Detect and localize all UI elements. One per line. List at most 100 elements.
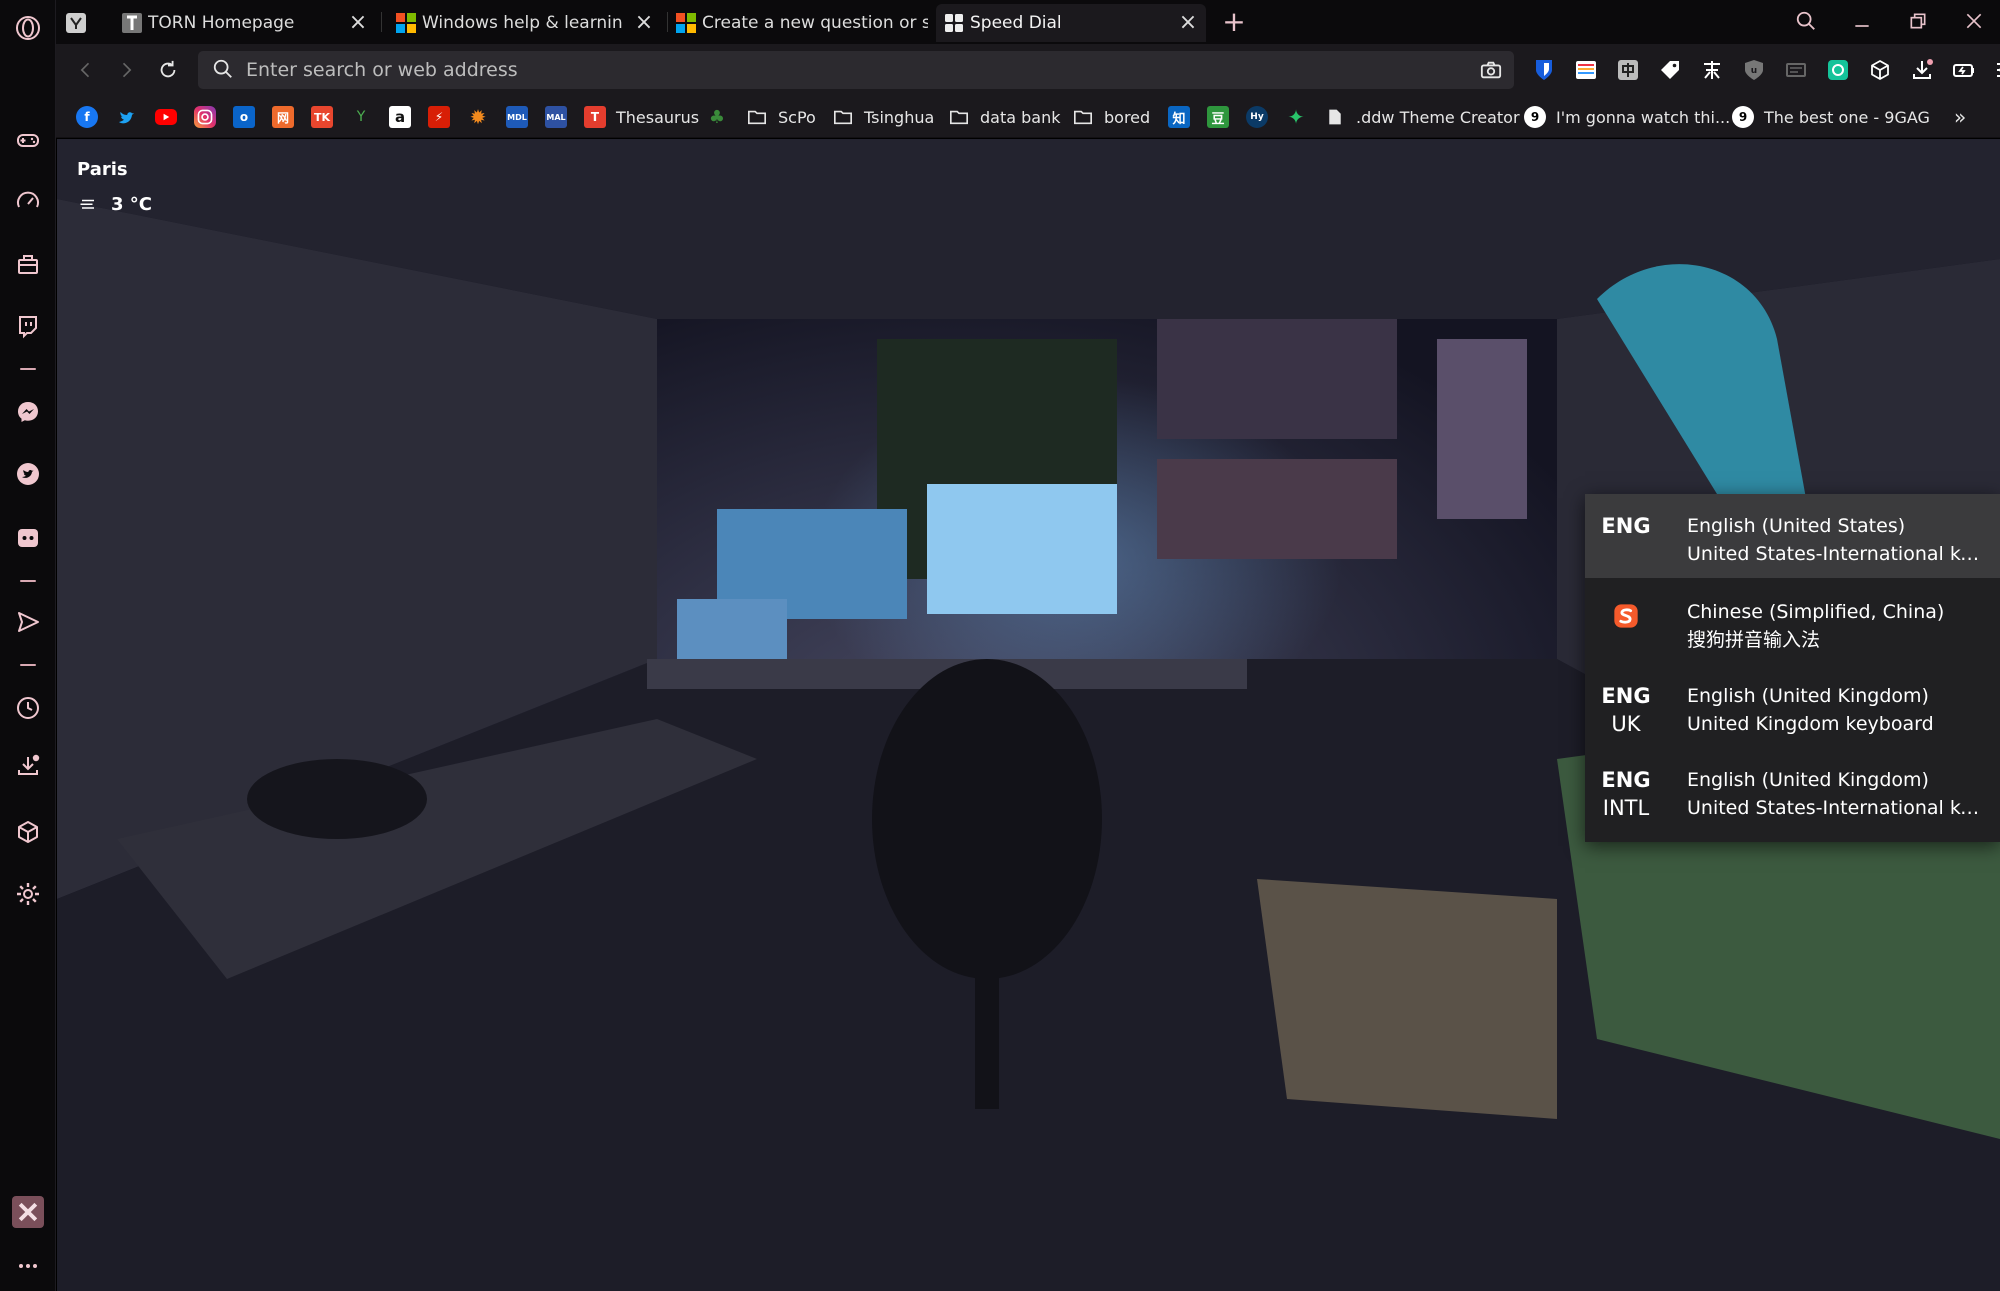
bookmark-folder-bored[interactable]: bored xyxy=(1072,105,1150,129)
tab-search-button[interactable] xyxy=(1786,6,1826,36)
sidebar-gx-control[interactable] xyxy=(0,120,56,160)
bookmark-folder-data-bank[interactable]: data bank xyxy=(948,105,1061,129)
bookmark-mdl[interactable]: MDL xyxy=(506,105,528,129)
forward-button[interactable] xyxy=(110,54,142,86)
back-button[interactable] xyxy=(70,54,102,86)
language-option[interactable]: ENG English (United States) United State… xyxy=(1585,494,2000,578)
translate-extension[interactable] xyxy=(1614,56,1642,84)
bookmark-ycombinator[interactable]: Y xyxy=(350,105,372,129)
download-icon xyxy=(1913,59,1933,79)
weibo-icon: ⚡ xyxy=(428,106,450,128)
tab-windows-help[interactable]: Windows help & learning - × xyxy=(390,4,662,42)
battery-icon xyxy=(1953,64,1974,77)
bookmark-douban-orange[interactable]: 网 xyxy=(272,105,294,129)
bookmark-plant[interactable]: ♣ xyxy=(706,105,728,129)
cube-icon xyxy=(18,821,38,843)
bookmark-folder-tsinghua[interactable]: Tsinghua xyxy=(832,105,934,129)
reader-icon xyxy=(1786,63,1806,77)
reader-extension[interactable] xyxy=(1782,56,1810,84)
bitwarden-extension[interactable] xyxy=(1530,56,1558,84)
tag-extension[interactable] xyxy=(1656,56,1684,84)
address-input[interactable] xyxy=(246,51,1426,89)
bookmark-outlook[interactable]: o xyxy=(233,105,255,129)
sidebar-divider xyxy=(20,368,36,370)
easy-setup-button[interactable] xyxy=(1992,56,2000,84)
language-option[interactable]: ENG INTL English (United Kingdom) United … xyxy=(1585,748,2000,832)
sidebar-speedometer[interactable] xyxy=(0,182,56,222)
bookmark-ddw-theme-creator[interactable]: .ddw Theme Creator xyxy=(1324,105,1520,129)
weather-temperature: 3 °C xyxy=(111,194,153,215)
bookmark-facebook[interactable]: f xyxy=(76,105,98,129)
bookmark-tk[interactable]: TK xyxy=(311,105,333,129)
sidebar-history[interactable] xyxy=(0,688,56,728)
sidebar-twitch[interactable] xyxy=(0,306,56,346)
bookmark-9gag-watch[interactable]: 9 I'm gonna watch thi... xyxy=(1524,105,1730,129)
bookmark-9gag-best[interactable]: 9 The best one - 9GAG xyxy=(1732,105,1930,129)
bookmark-weibo[interactable]: ⚡ xyxy=(428,105,450,129)
bookmark-label: data bank xyxy=(980,107,1061,127)
tab-torn[interactable]: TORN Homepage × xyxy=(116,4,376,42)
bookmark-douban[interactable]: 豆 xyxy=(1207,105,1229,129)
document-icon xyxy=(1324,106,1346,128)
close-window-button[interactable] xyxy=(1954,6,1994,36)
extensions-button[interactable] xyxy=(1866,56,1894,84)
address-bar[interactable] xyxy=(198,51,1514,89)
send-icon xyxy=(18,612,39,632)
reload-button[interactable] xyxy=(152,54,184,86)
sidebar-avatar[interactable] xyxy=(0,1192,56,1232)
tab-speed-dial[interactable]: Speed Dial × xyxy=(936,4,1206,42)
bookmark-sun[interactable]: ✹ xyxy=(467,105,489,129)
tab-divider xyxy=(381,12,382,32)
close-tab-button[interactable]: × xyxy=(1178,12,1198,34)
bookmark-label: Tsinghua xyxy=(864,107,935,127)
minimize-button[interactable] xyxy=(1842,6,1882,36)
sidebar-settings[interactable] xyxy=(0,874,56,914)
sidebar-discord[interactable] xyxy=(0,518,56,558)
bookmarks-overflow-button[interactable]: » xyxy=(1954,105,1966,129)
bookmark-thesaurus[interactable]: T Thesaurus xyxy=(584,105,699,129)
battery-saver-button[interactable] xyxy=(1950,56,1978,84)
weather-widget[interactable]: Paris 3 °C xyxy=(77,159,152,215)
notes-extension[interactable] xyxy=(1572,56,1600,84)
keyboard-name: United States-International ke... xyxy=(1687,797,1987,819)
close-tab-button[interactable]: × xyxy=(634,12,654,34)
sidebar-extensions[interactable] xyxy=(0,812,56,852)
grammar-extension[interactable] xyxy=(1824,56,1852,84)
sidebar-messenger[interactable] xyxy=(0,392,56,432)
sidebar-twitter[interactable] xyxy=(0,454,56,494)
bookmark-instagram[interactable] xyxy=(194,105,216,129)
keyboard-name: United Kingdom keyboard xyxy=(1687,713,1934,735)
bookmark-twitter[interactable] xyxy=(116,105,138,129)
bookmark-mal[interactable]: MAL xyxy=(545,105,567,129)
bookmark-hypothesis[interactable]: Hy xyxy=(1246,105,1268,129)
language-name: English (United States) xyxy=(1687,515,1906,537)
bookmark-youtube[interactable] xyxy=(155,105,177,129)
camera-icon[interactable] xyxy=(1480,59,1502,81)
mal-icon: MAL xyxy=(545,106,567,128)
sidebar-send[interactable] xyxy=(0,602,56,642)
tab-pinned-vivaldi[interactable] xyxy=(66,4,96,42)
fog-icon xyxy=(80,199,94,209)
sidebar xyxy=(0,0,56,1291)
new-tab-button[interactable]: + xyxy=(1214,5,1254,38)
opera-menu-button[interactable] xyxy=(0,8,56,48)
language-option[interactable]: ENG UK English (United Kingdom) United Ki… xyxy=(1585,664,2000,748)
language-option[interactable]: Chinese (Simplified, China) 搜狗拼音输入法 xyxy=(1585,580,2000,664)
ublock-extension[interactable]: u xyxy=(1740,56,1768,84)
bookmark-green[interactable]: ✦ xyxy=(1285,105,1307,129)
store-icon xyxy=(18,255,38,274)
close-tab-button[interactable]: × xyxy=(348,12,368,34)
bookmark-zhihu[interactable]: 知 xyxy=(1168,105,1190,129)
tab-strip: TORN Homepage × Windows help & learning … xyxy=(56,0,2000,44)
restore-button[interactable] xyxy=(1898,6,1938,36)
bookmark-amazon[interactable]: a xyxy=(389,105,411,129)
kanji-extension[interactable] xyxy=(1698,56,1726,84)
sidebar-more-button[interactable] xyxy=(0,1246,56,1286)
bookmark-folder-scpo[interactable]: ScPo xyxy=(746,105,816,129)
keyboard-name: 搜狗拼音输入法 xyxy=(1687,629,1821,651)
sidebar-gx-corner[interactable] xyxy=(0,244,56,284)
downloads-button[interactable] xyxy=(1908,56,1936,84)
tag-icon xyxy=(1661,61,1679,79)
address-toolbar: u xyxy=(56,44,2000,96)
sidebar-downloads[interactable] xyxy=(0,746,56,786)
